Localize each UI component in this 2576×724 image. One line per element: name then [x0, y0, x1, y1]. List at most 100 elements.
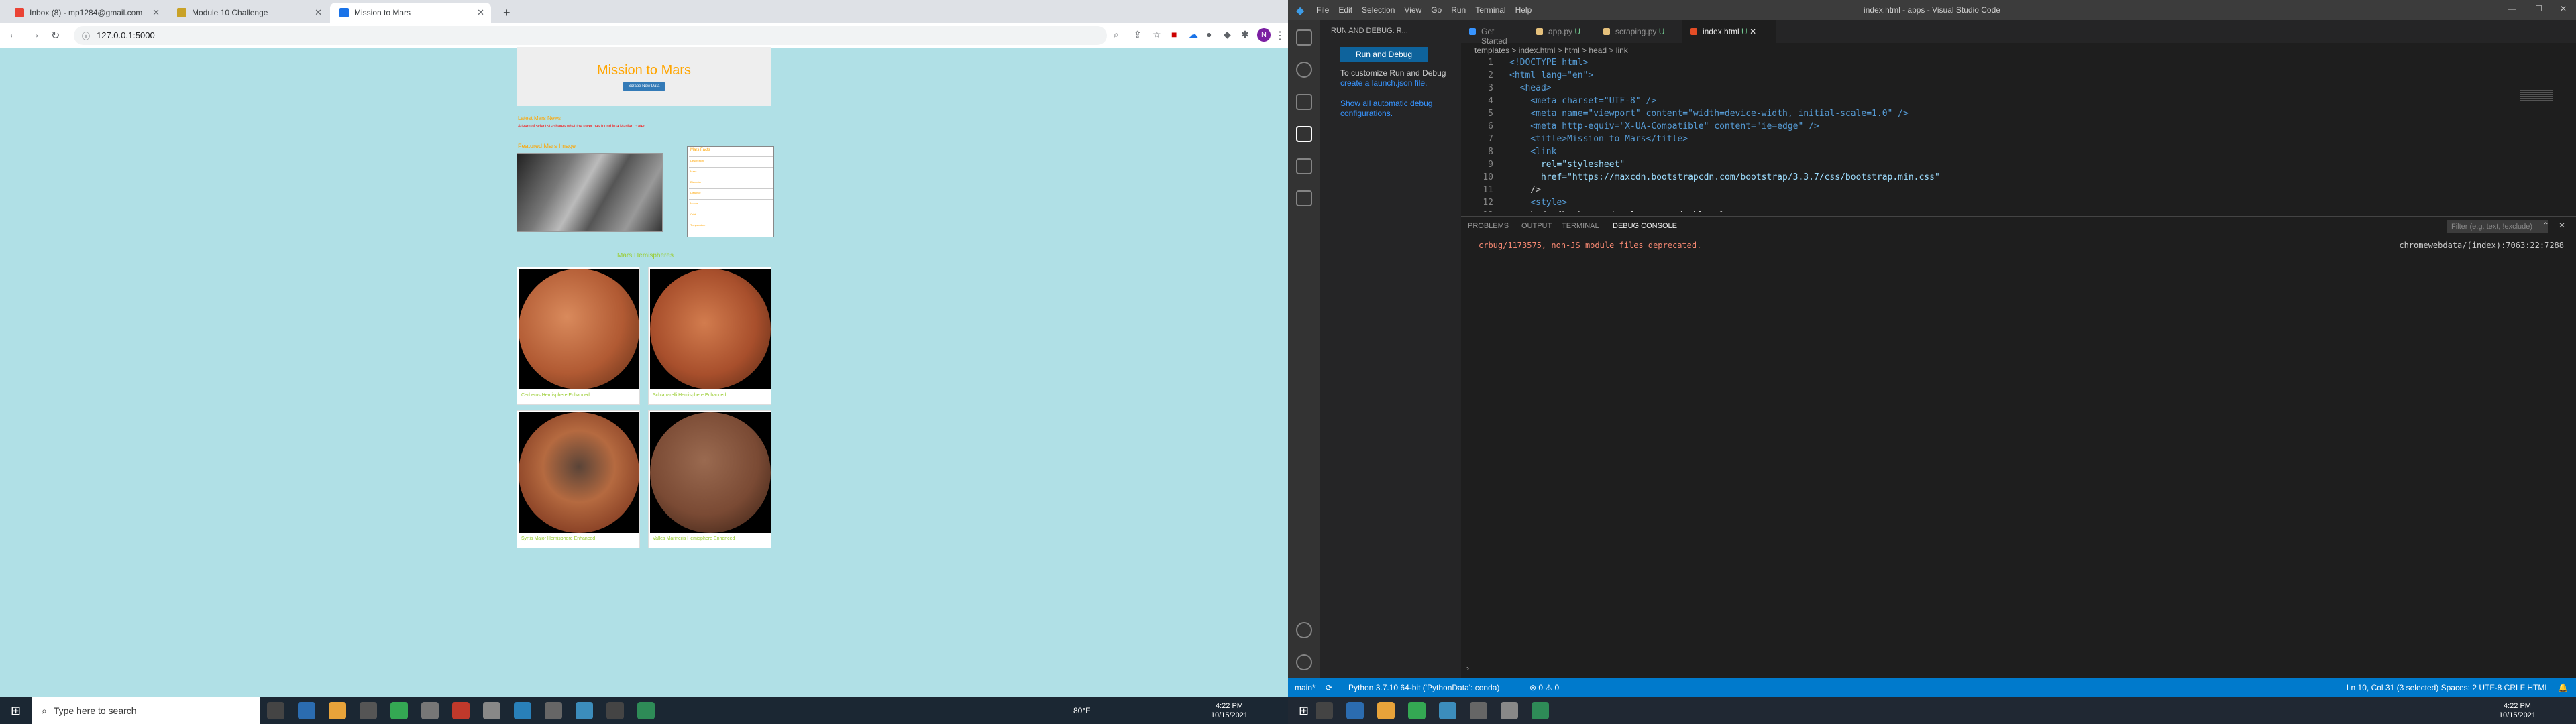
- terminal-icon[interactable]: [606, 702, 624, 719]
- profile-avatar[interactable]: N: [1257, 28, 1271, 42]
- create-launch-link[interactable]: create a launch.json file.: [1340, 78, 1427, 88]
- search-icon[interactable]: ⌕: [1114, 29, 1119, 40]
- status-problems[interactable]: ⊗ 0 ⚠ 0: [1529, 683, 1559, 692]
- source-control-icon[interactable]: [1296, 94, 1312, 110]
- code-line[interactable]: <meta http-equiv="X-UA-Compatible" conte…: [1509, 121, 1819, 131]
- folder-icon[interactable]: [329, 702, 346, 719]
- hemisphere-card[interactable]: Valles Marineris Hemisphere Enhanced: [648, 410, 771, 548]
- code-line[interactable]: <title>Mission to Mars</title>: [1509, 134, 1688, 144]
- code-line[interactable]: />: [1509, 185, 1541, 195]
- gear-icon[interactable]: [1296, 654, 1312, 670]
- extension-icon[interactable]: ■: [1171, 29, 1177, 40]
- sync-icon[interactable]: ⟳: [1326, 683, 1332, 692]
- run-debug-icon[interactable]: [1296, 126, 1312, 142]
- code-line[interactable]: rel="stylesheet": [1509, 160, 1625, 170]
- console-prompt[interactable]: ›: [1466, 664, 1469, 673]
- app-icon[interactable]: [1532, 702, 1550, 719]
- hemisphere-card[interactable]: Cerberus Hemisphere Enhanced: [517, 267, 640, 405]
- weather-text[interactable]: 80°F: [1073, 706, 1090, 715]
- vscode-icon[interactable]: [576, 702, 593, 719]
- close-icon[interactable]: ✕: [152, 7, 160, 18]
- tab-output[interactable]: OUTPUT: [1521, 222, 1552, 230]
- more-icon[interactable]: ⋮: [1275, 29, 1285, 42]
- code-editor[interactable]: 1 <!DOCTYPE html> 2 <html lang="en"> 3 <head…: [1461, 58, 2508, 212]
- code-line[interactable]: <meta name="viewport" content="width=dev…: [1509, 109, 1909, 119]
- back-icon[interactable]: ←: [8, 29, 19, 41]
- windows-start-icon[interactable]: ⊞: [1299, 704, 1309, 718]
- browser-tab-mars[interactable]: Mission to Mars ✕: [330, 3, 491, 23]
- reload-icon[interactable]: ↻: [51, 29, 60, 42]
- code-line[interactable]: href="https://maxcdn.bootstrapcdn.com/bo…: [1509, 172, 1940, 182]
- code-line[interactable]: <head>: [1509, 83, 1552, 93]
- extensions-icon[interactable]: [1296, 158, 1312, 174]
- extension-icon[interactable]: ◆: [1224, 29, 1231, 40]
- testing-icon[interactable]: [1296, 190, 1312, 206]
- explorer-icon[interactable]: [1296, 29, 1312, 46]
- minimap[interactable]: [2516, 58, 2569, 212]
- windows-start-icon[interactable]: ⊞: [11, 704, 21, 718]
- code-line[interactable]: body {background-color: ■powderblue;}: [1509, 210, 1725, 212]
- taskview-icon[interactable]: [267, 702, 284, 719]
- bell-icon[interactable]: 🔔: [2558, 683, 2568, 692]
- maximize-icon[interactable]: ☐: [2535, 4, 2542, 13]
- minimize-icon[interactable]: —: [2508, 4, 2516, 13]
- code-line[interactable]: <html lang="en">: [1509, 70, 1593, 80]
- tab-get-started[interactable]: Get Started: [1461, 20, 1528, 46]
- tab-index-html[interactable]: index.html U ✕: [1682, 20, 1776, 43]
- browser-tab-module[interactable]: Module 10 Challenge ✕: [168, 3, 329, 23]
- app-icon[interactable]: [1470, 702, 1488, 719]
- scrape-button[interactable]: Scrape New Data: [623, 82, 665, 90]
- console-source-link[interactable]: chromewebdata/(index):7063:22:7288: [2399, 241, 2564, 250]
- hemisphere-card[interactable]: Syrtis Major Hemisphere Enhanced: [517, 410, 640, 548]
- star-icon[interactable]: ☆: [1152, 29, 1161, 40]
- chrome-icon[interactable]: [390, 702, 408, 719]
- close-icon[interactable]: ✕: [2559, 221, 2565, 230]
- search-icon[interactable]: [1316, 702, 1334, 719]
- address-input[interactable]: ⓘ 127.0.0.1:5000: [74, 26, 1107, 45]
- app-icon[interactable]: [637, 702, 655, 719]
- taskbar-search[interactable]: ⌕ Type here to search: [32, 697, 260, 724]
- show-configurations-link[interactable]: Show all automatic debug configurations.: [1340, 99, 1432, 118]
- code-line[interactable]: <!DOCTYPE html>: [1509, 58, 1588, 68]
- clock[interactable]: 4:22 PM 10/15/2021: [1211, 701, 1248, 720]
- close-icon[interactable]: ✕: [2560, 4, 2567, 13]
- close-icon[interactable]: ✕: [315, 7, 322, 18]
- search-icon[interactable]: [1296, 62, 1312, 78]
- app-icon[interactable]: [483, 702, 500, 719]
- new-tab-button[interactable]: +: [494, 3, 514, 23]
- app-icon[interactable]: [421, 702, 439, 719]
- close-icon[interactable]: ✕: [477, 7, 484, 18]
- app-icon[interactable]: [514, 702, 531, 719]
- close-icon[interactable]: ✕: [1750, 27, 1756, 36]
- vscode-icon[interactable]: [1439, 702, 1457, 719]
- tab-app-py[interactable]: app.py U: [1528, 20, 1595, 43]
- tab-scraping-py[interactable]: scraping.py U: [1595, 20, 1682, 43]
- status-branch[interactable]: main*: [1295, 683, 1316, 692]
- record-icon[interactable]: ●: [1206, 29, 1212, 40]
- puzzle-icon[interactable]: ✱: [1241, 29, 1249, 40]
- status-python[interactable]: Python 3.7.10 64-bit ('PythonData': cond…: [1348, 683, 1499, 692]
- store-icon[interactable]: [360, 702, 377, 719]
- edge-icon[interactable]: [298, 702, 315, 719]
- run-and-debug-button[interactable]: Run and Debug: [1340, 47, 1428, 62]
- share-icon[interactable]: ⇪: [1134, 29, 1142, 40]
- code-line[interactable]: <meta charset="UTF-8" />: [1509, 96, 1656, 106]
- forward-icon[interactable]: →: [30, 29, 40, 41]
- hemisphere-card[interactable]: Schiaparelli Hemisphere Enhanced: [648, 267, 771, 405]
- status-right[interactable]: Ln 10, Col 31 (3 selected) Spaces: 2 UTF…: [2347, 683, 2549, 692]
- console-filter-input[interactable]: Filter (e.g. text, !exclude): [2447, 220, 2548, 233]
- code-line[interactable]: <link: [1509, 147, 1556, 157]
- cloud-icon[interactable]: ☁: [1189, 29, 1198, 40]
- folder-icon[interactable]: [1377, 702, 1395, 719]
- tab-terminal[interactable]: TERMINAL: [1562, 222, 1599, 230]
- edge-icon[interactable]: [1346, 702, 1364, 719]
- featured-image[interactable]: [517, 153, 663, 232]
- browser-tab-gmail[interactable]: Inbox (8) - mp1284@gmail.com ✕: [5, 3, 166, 23]
- tab-debug-console[interactable]: DEBUG CONSOLE: [1613, 222, 1677, 233]
- app-icon[interactable]: [545, 702, 562, 719]
- breadcrumb[interactable]: templates > index.html > html > head > l…: [1461, 43, 2576, 58]
- chevron-up-icon[interactable]: ⌃: [2542, 221, 2549, 230]
- tab-problems[interactable]: PROBLEMS: [1468, 222, 1509, 230]
- clock[interactable]: 4:22 PM 10/15/2021: [2499, 701, 2536, 720]
- chrome-icon[interactable]: [1408, 702, 1426, 719]
